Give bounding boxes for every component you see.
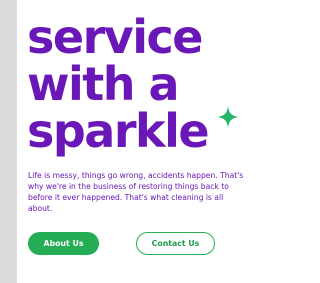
hero-tagline: Life is messy, things go wrong, accident…: [28, 171, 244, 213]
hero-section: service with a sparkle Life is messy, th…: [27, 0, 263, 283]
contact-us-button[interactable]: Contact Us: [136, 232, 215, 255]
about-us-button[interactable]: About Us: [28, 232, 99, 255]
headline-line-2: with a: [27, 57, 180, 111]
headline-line-3: sparkle: [27, 104, 210, 158]
headline-line-1: service: [27, 10, 203, 64]
sparkle-icon: [217, 106, 239, 128]
hero-headline: service with a sparkle: [27, 10, 210, 158]
scrollbar-track[interactable]: [0, 0, 17, 283]
